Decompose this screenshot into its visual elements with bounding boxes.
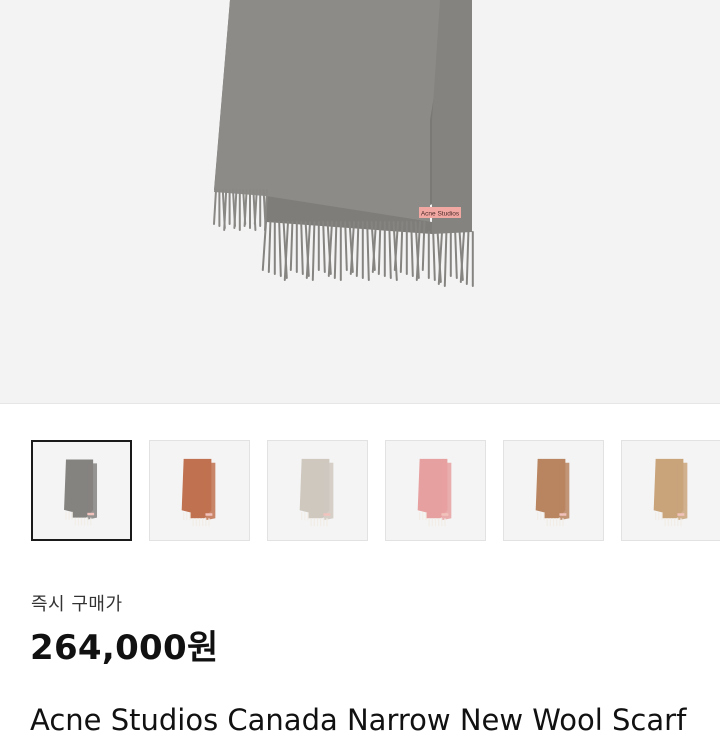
thumbnail-4[interactable] <box>385 440 486 541</box>
product-title: Acne Studios Canada Narrow New Wool Scar… <box>30 703 687 737</box>
thumbnail-scarf-image <box>64 459 98 526</box>
thumbnail-scarf-image <box>535 458 570 527</box>
thumbnail-2[interactable] <box>149 440 250 541</box>
instant-buy-price-label: 즉시 구매가 <box>31 594 123 615</box>
product-main-image[interactable]: Acne Studios <box>0 0 720 403</box>
brand-label-text: Acne Studios <box>421 211 460 218</box>
scarf-image: Acne Studios <box>213 0 474 287</box>
thumbnail-scarf-image <box>417 458 452 527</box>
thumbnail-scarf-image <box>653 458 688 527</box>
section-divider <box>0 403 720 404</box>
thumbnail-1[interactable] <box>31 440 132 541</box>
thumbnail-scarf-image <box>181 458 216 527</box>
thumbnail-3[interactable] <box>267 440 368 541</box>
thumbnail-6[interactable] <box>621 440 720 541</box>
thumbnail-5[interactable] <box>503 440 604 541</box>
price-value: 264,000원 <box>30 628 219 668</box>
thumbnail-strip[interactable] <box>0 440 720 544</box>
thumbnail-scarf-image <box>299 458 334 527</box>
